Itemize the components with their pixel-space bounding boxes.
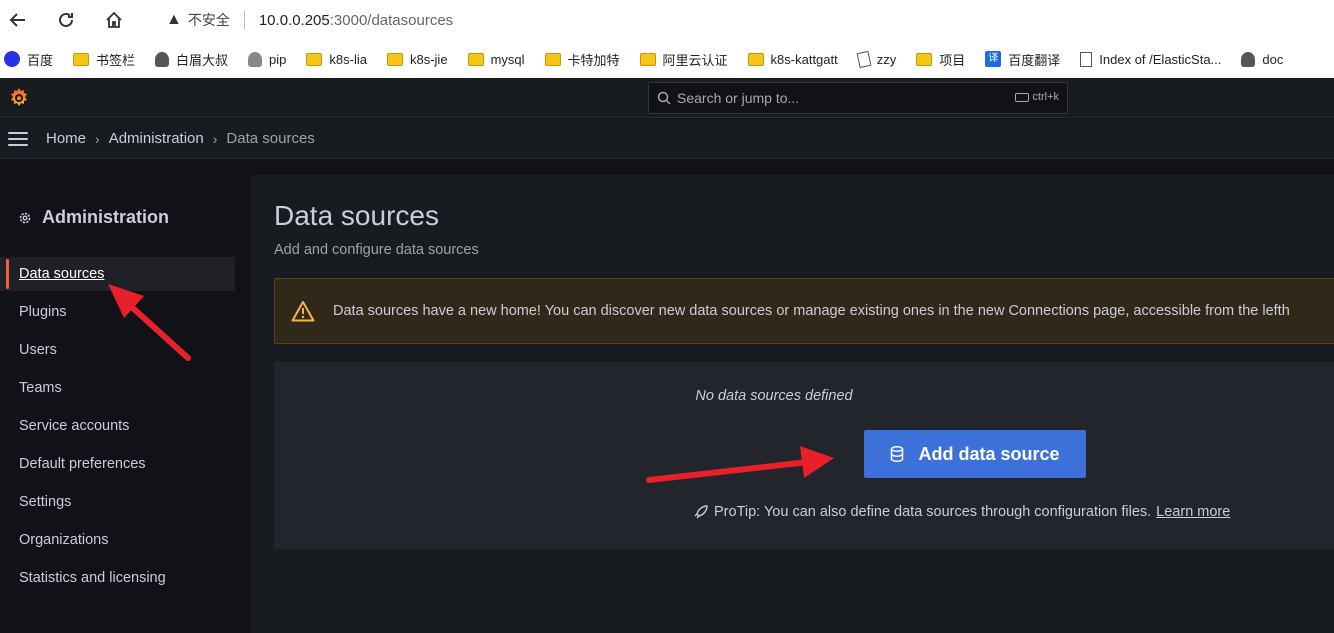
sidebar-item-users[interactable]: Users [0,333,235,367]
address-separator [243,11,245,29]
bookmark-item[interactable]: 译百度翻译 [985,50,1060,69]
admin-sidebar: Administration Data sources Plugins User… [0,160,249,633]
bookmark-item[interactable]: 白眉大叔 [155,50,228,69]
info-alert: Data sources have a new home! You can di… [274,278,1334,344]
bookmark-item[interactable]: Index of /ElasticSta... [1080,51,1221,67]
bookmark-item[interactable]: 卡特加特 [544,50,620,69]
rocket-icon [694,505,708,519]
home-icon[interactable] [100,6,128,34]
warning-icon [291,301,315,322]
sidebar-item-organizations[interactable]: Organizations [0,523,235,557]
page-title: Data sources [274,200,439,231]
page-subtitle: Add and configure data sources [274,242,479,258]
bookmark-item[interactable]: 项目 [916,50,965,69]
chevron-right-icon: › [95,130,100,147]
sidebar-item-data-sources[interactable]: Data sources [0,257,235,291]
grafana-logo-icon[interactable] [7,86,31,110]
sidebar-item-teams[interactable]: Teams [0,371,235,405]
folder-icon [306,52,323,66]
folder-icon [916,52,933,66]
folder-icon [747,52,764,66]
learn-more-link[interactable]: Learn more [1156,504,1230,520]
bookmark-item[interactable]: k8s-jie [386,52,448,67]
bookmark-item[interactable]: pip [248,51,286,67]
note-icon [856,50,872,68]
breadcrumb-administration[interactable]: Administration [109,130,204,147]
breadcrumb-home[interactable]: Home [46,130,86,147]
main-content: Data sources Add and configure data sour… [251,175,1334,633]
person-icon [1241,51,1256,67]
bookmark-item[interactable]: 书签栏 [73,50,135,69]
keyboard-icon [1015,92,1030,102]
folder-icon [467,52,484,66]
bookmarks-bar: 百度 书签栏 白眉大叔 pip k8s-lia k8s-jie mysql 卡特… [0,40,1334,78]
folder-icon [639,52,656,66]
bookmark-item[interactable]: zzy [856,50,896,68]
grafana-topbar: Search or jump to... ctrl+k [0,78,1334,118]
add-data-source-button[interactable]: Add data source [864,430,1086,478]
bookmark-item[interactable]: 阿里云认证 [639,50,728,69]
chevron-right-icon: › [212,130,218,147]
folder-icon [544,52,561,66]
bookmark-item[interactable]: doc [1241,51,1283,67]
bookmark-item[interactable]: k8s-lia [306,52,367,67]
person-icon [248,51,263,67]
person-icon [155,51,170,67]
url-text: 10.0.0.205:3000/datasources [258,11,454,29]
empty-state-text: No data sources defined [695,388,853,404]
keyboard-shortcut: ctrl+k [1015,91,1059,103]
insecure-label: 不安全 [187,12,230,28]
address-bar[interactable]: ▲ 不安全 10.0.0.205:3000/datasources [150,3,1334,37]
database-icon [891,446,904,462]
reload-icon[interactable] [52,6,80,34]
translate-icon: 译 [985,51,1002,67]
document-icon [1080,51,1093,67]
folder-icon [386,52,403,66]
search-icon [657,91,671,105]
protip: ProTip: You can also define data sources… [693,504,1230,520]
sidebar-item-default-preferences[interactable]: Default preferences [0,447,235,481]
sidebar-title: Administration [18,207,169,228]
breadcrumb: Home › Administration › Data sources [0,119,1334,159]
sidebar-item-settings[interactable]: Settings [0,485,235,519]
hamburger-menu-icon[interactable] [8,131,28,146]
bookmark-item[interactable]: mysql [467,52,525,67]
warning-triangle-icon: ▲ [166,11,182,28]
browser-toolbar: ▲ 不安全 10.0.0.205:3000/datasources [0,0,1334,40]
empty-state: No data sources defined Add data source … [274,362,1334,549]
gear-icon [19,212,31,223]
bookmark-item[interactable]: 百度 [4,50,53,69]
folder-icon [73,52,90,66]
breadcrumb-current: Data sources [226,130,315,147]
search-input[interactable]: Search or jump to... ctrl+k [648,82,1068,114]
baidu-icon [4,51,20,67]
alert-text: Data sources have a new home! You can di… [333,303,1290,319]
sidebar-item-plugins[interactable]: Plugins [0,295,235,329]
back-arrow-icon[interactable] [4,6,32,34]
sidebar-item-statistics[interactable]: Statistics and licensing [0,561,235,595]
sidebar-item-service-accounts[interactable]: Service accounts [0,409,235,443]
bookmark-item[interactable]: k8s-kattgatt [747,52,838,67]
search-placeholder: Search or jump to... [677,90,800,106]
